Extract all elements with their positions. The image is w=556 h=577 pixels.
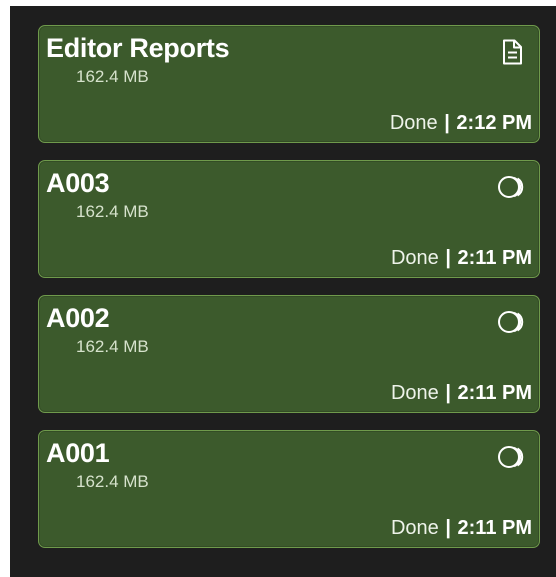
document-icon[interactable] <box>497 37 527 67</box>
item-size: 162.4 MB <box>76 67 149 86</box>
clips-icon[interactable] <box>497 307 527 337</box>
status-label: Done <box>390 517 439 539</box>
item-title: A001 <box>46 438 110 468</box>
item-status: Done | 2:11 PM <box>391 516 532 540</box>
status-separator: | <box>445 247 451 269</box>
item-title: A002 <box>46 303 110 333</box>
item-size: 162.4 MB <box>76 472 149 491</box>
item-title: Editor Reports <box>46 33 230 63</box>
status-time: 2:11 PM <box>457 382 532 404</box>
item-status: Done | 2:12 PM <box>390 111 532 135</box>
list-item[interactable]: A002 162.4 MB Done | 2:11 PM <box>38 295 540 413</box>
status-separator: | <box>445 382 451 404</box>
status-time: 2:12 PM <box>456 112 532 134</box>
item-title: A003 <box>46 168 110 198</box>
clips-icon[interactable] <box>497 442 527 472</box>
item-status: Done | 2:11 PM <box>391 246 532 270</box>
status-separator: | <box>445 517 451 539</box>
item-size: 162.4 MB <box>76 202 149 221</box>
status-label: Done <box>390 382 439 404</box>
list-item[interactable]: A001 162.4 MB Done | 2:11 PM <box>38 430 540 548</box>
list-item[interactable]: A003 162.4 MB Done | 2:11 PM <box>38 160 540 278</box>
clips-icon[interactable] <box>497 172 527 202</box>
status-time: 2:11 PM <box>457 517 532 539</box>
item-status: Done | 2:11 PM <box>391 381 532 405</box>
item-size: 162.4 MB <box>76 337 149 356</box>
status-separator: | <box>444 112 450 134</box>
list-item[interactable]: Editor Reports 162.4 MB Done | 2:12 PM <box>38 25 540 143</box>
status-time: 2:11 PM <box>457 247 532 269</box>
transfer-list-panel: Editor Reports 162.4 MB Done | 2:12 PM A… <box>10 6 556 577</box>
status-label: Done <box>390 247 439 269</box>
status-label: Done <box>389 112 438 134</box>
